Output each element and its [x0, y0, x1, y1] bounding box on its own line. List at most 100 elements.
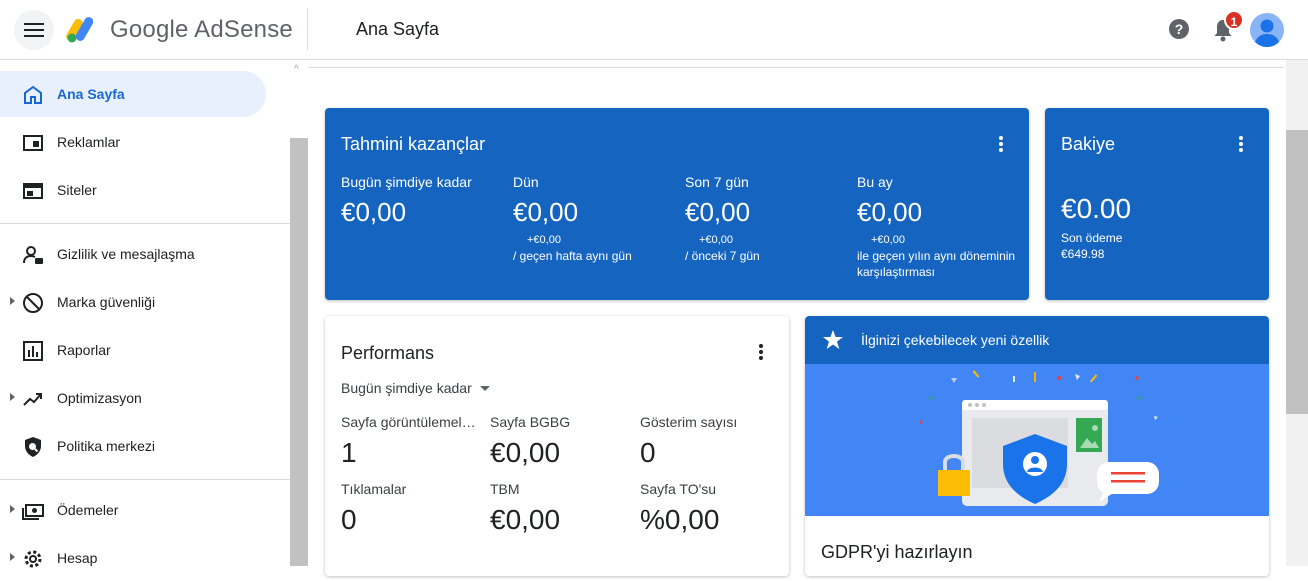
metric-page-views: Sayfa görüntülemeleri 1 [341, 414, 477, 469]
sidebar-item-brand-safety[interactable]: Marka güvenliği [0, 279, 266, 325]
more-options-icon[interactable] [759, 344, 763, 360]
sidebar-item-sites[interactable]: Siteler [0, 167, 266, 213]
svg-text:?: ? [1175, 21, 1184, 37]
estimated-earnings-card: Tahmini kazançlar Bugün şimdiye kadar €0… [325, 108, 1029, 300]
sidebar-item-account[interactable]: Hesap [0, 535, 266, 581]
gdpr-illustration [805, 364, 1269, 516]
page-title: Ana Sayfa [356, 19, 440, 39]
metric-cpc: TBM €0,00 [490, 481, 626, 536]
expand-caret-icon[interactable] [10, 553, 15, 561]
more-options-icon[interactable] [999, 136, 1003, 152]
metric-value: %0,00 [640, 504, 720, 535]
scroll-up-arrow-icon[interactable]: ^ [294, 64, 299, 75]
adsense-logo-icon[interactable] [66, 14, 100, 44]
feature-card-title: İlginizi çekebilecek yeni özellik [861, 332, 1050, 348]
date-range-dropdown[interactable]: Bugün şimdiye kadar [341, 380, 490, 396]
earnings-comparison-note: / geçen hafta aynı gün [513, 249, 632, 263]
metric-label: TBM [490, 481, 520, 497]
sidebar-item-label: Hesap [57, 550, 98, 566]
more-options-icon[interactable] [1239, 136, 1243, 152]
metric-value: 1 [341, 437, 357, 468]
privacy-messaging-icon [23, 246, 43, 264]
new-feature-card: İlginizi çekebilecek yeni özellik GDPR'y… [805, 316, 1269, 576]
expand-caret-icon[interactable] [10, 297, 15, 305]
sidebar-item-label: Marka güvenliği [57, 294, 156, 310]
payments-icon [22, 504, 44, 520]
sidebar-item-label: Ana Sayfa [57, 86, 125, 102]
notification-count-badge: 1 [1224, 10, 1244, 30]
main-menu-button[interactable] [14, 10, 54, 50]
account-avatar[interactable] [1250, 13, 1284, 47]
policy-shield-icon [25, 437, 41, 457]
sidebar-item-label: Politika merkezi [57, 438, 156, 454]
earnings-this-month: Bu ay €0,00 +€0,00 ile geçen yılın aynı … [857, 174, 1025, 280]
dropdown-arrow-icon [479, 385, 490, 391]
nav-divider [0, 223, 290, 224]
earnings-today: Bugün şimdiye kadar €0,00 [341, 174, 509, 228]
main-scrollbar-thumb[interactable] [1286, 130, 1308, 414]
balance-card: Bakiye €0.00 Son ödeme €649.98 [1045, 108, 1269, 300]
earnings-comparison-note: ile geçen yılın aynı döneminin karşılaşt… [857, 249, 1016, 279]
sidebar-item-label: Optimizasyon [57, 390, 142, 406]
earnings-delta: +€0,00 [871, 234, 905, 246]
last-payment-label: Son ödeme [1061, 231, 1123, 245]
metric-value: €0,00 [490, 437, 561, 468]
earnings-last-7-days: Son 7 gün €0,00 +€0,00 / önceki 7 gün [685, 174, 853, 264]
metric-value: 0 [341, 504, 357, 535]
sites-icon [23, 183, 43, 199]
sidebar-item-home[interactable]: Ana Sayfa [0, 71, 266, 117]
earnings-yesterday: Dün €0,00 +€0,00 / geçen hafta aynı gün [513, 174, 681, 264]
earnings-delta: +€0,00 [527, 234, 561, 246]
metric-page-rpm: Sayfa BGBG €0,00 [490, 414, 626, 469]
last-payment-amount: €649.98 [1061, 247, 1105, 261]
metric-label: Sayfa BGBG [490, 414, 571, 430]
earnings-value: €0,00 [685, 197, 751, 227]
reports-icon [23, 341, 43, 361]
star-icon [823, 330, 843, 349]
sidebar-item-label: Siteler [57, 182, 97, 198]
performance-card: Performans Bugün şimdiye kadar Sayfa gör… [325, 316, 789, 576]
help-icon[interactable]: ? [1168, 18, 1190, 40]
earnings-label: Bu ay [857, 174, 893, 190]
card-title: Tahmini kazançlar [341, 134, 486, 154]
sidebar-item-policy-center[interactable]: Politika merkezi [0, 423, 266, 469]
side-navigation: Ana Sayfa Reklamlar Siteler Gizlilik ve … [0, 60, 290, 568]
sidebar-scrollbar[interactable]: ^ [290, 60, 308, 566]
feature-card-subtitle: GDPR'yi hazırlayın [821, 542, 973, 562]
ads-icon [23, 135, 43, 151]
sidebar-item-ads[interactable]: Reklamlar [0, 119, 266, 165]
sidebar-item-optimization[interactable]: Optimizasyon [0, 375, 266, 421]
sidebar-item-label: Ödemeler [57, 502, 119, 518]
main-scrollbar[interactable] [1286, 60, 1308, 566]
card-title: Bakiye [1061, 134, 1116, 154]
metric-label: Tıklamalar [341, 481, 407, 497]
nav-divider [0, 479, 290, 480]
main-divider [308, 67, 1284, 68]
earnings-label: Dün [513, 174, 539, 190]
top-bar: Google AdSense Ana Sayfa ? 1 [0, 0, 1308, 60]
expand-caret-icon[interactable] [10, 505, 15, 513]
sidebar-scrollbar-thumb[interactable] [290, 138, 308, 566]
metric-impressions: Gösterim sayısı 0 [640, 414, 776, 469]
gear-icon [24, 550, 42, 568]
earnings-delta: +€0,00 [699, 234, 733, 246]
expand-caret-icon[interactable] [10, 393, 15, 401]
metric-label: Gösterim sayısı [640, 414, 738, 430]
header-divider [307, 8, 308, 50]
metric-page-ctr: Sayfa TO'su %0,00 [640, 481, 776, 536]
card-title: Performans [341, 343, 435, 363]
sidebar-item-privacy-messaging[interactable]: Gizlilik ve mesajlaşma [0, 231, 266, 277]
sidebar-item-label: Raporlar [57, 342, 111, 358]
trending-up-icon [23, 393, 42, 406]
earnings-label: Son 7 gün [685, 174, 749, 190]
sidebar-item-reports[interactable]: Raporlar [0, 327, 266, 373]
app-brand[interactable]: Google AdSense [110, 16, 293, 44]
feature-card-header: İlginizi çekebilecek yeni özellik [805, 316, 1269, 364]
balance-value: €0.00 [1061, 193, 1132, 224]
sidebar-item-label: Gizlilik ve mesajlaşma [57, 246, 195, 262]
metric-label: Sayfa görüntülemeleri [341, 414, 477, 430]
earnings-value: €0,00 [341, 197, 407, 227]
earnings-comparison-note: / önceki 7 gün [685, 249, 760, 263]
date-range-label: Bugün şimdiye kadar [341, 380, 472, 396]
sidebar-item-payments[interactable]: Ödemeler [0, 487, 266, 533]
